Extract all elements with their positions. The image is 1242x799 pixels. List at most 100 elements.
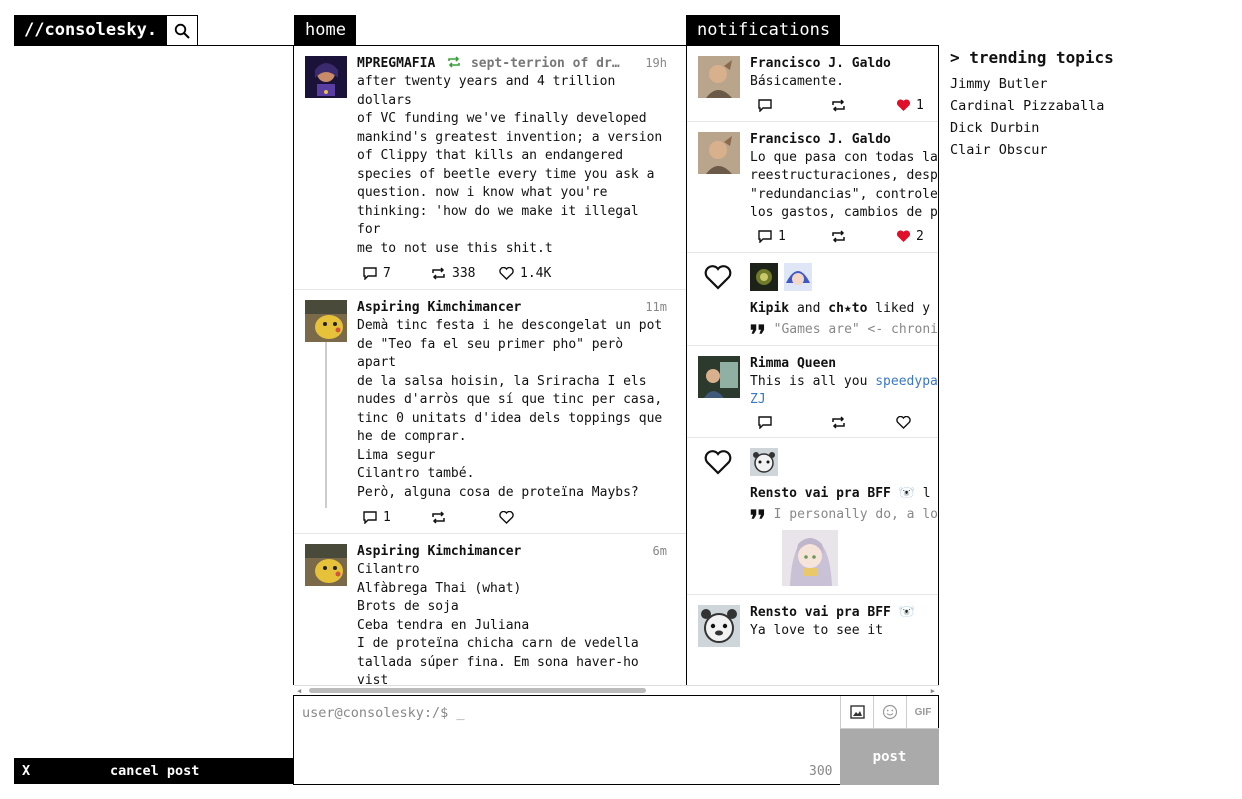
tab-notifications[interactable]: notifications	[686, 15, 840, 46]
reply-button[interactable]	[750, 98, 822, 112]
liker-name[interactable]: Rensto vai pra BFF 🐻‍❄️	[750, 486, 915, 501]
like-notification[interactable]: Kipik and ch★to liked y "Games are" <- c…	[687, 253, 938, 346]
search-button[interactable]	[166, 15, 198, 46]
gif-button[interactable]: GIF	[906, 696, 939, 729]
like-button[interactable]: 1.4K	[499, 266, 551, 281]
repost-icon	[432, 267, 445, 280]
home-feed[interactable]: MPREGMAFIA sept-terrion of dr… 19h after…	[293, 45, 687, 685]
quote-icon	[750, 509, 765, 519]
cancel-post-button[interactable]: cancel post	[110, 758, 199, 784]
like-count: 1.4K	[520, 266, 552, 281]
repost-button[interactable]	[822, 229, 888, 243]
avatar[interactable]	[698, 56, 740, 98]
avatar[interactable]	[305, 56, 347, 98]
notification-text: This is all you speedypape ZJ	[750, 373, 938, 410]
feed-post[interactable]: Aspiring Kimchimancer 6m Cilantro Alfàbr…	[294, 534, 687, 685]
gif-label: GIF	[914, 706, 932, 718]
cancel-post-bar[interactable]: X cancel post	[14, 758, 294, 784]
post-body: Demà tinc festa i he descongelat un pot …	[357, 318, 663, 500]
notifications-feed[interactable]: Francisco J. Galdo Básicamente. 1 Franci…	[686, 45, 939, 685]
like-button[interactable]	[888, 415, 911, 429]
scrollbar-thumb[interactable]	[309, 688, 646, 693]
like-notification[interactable]: Rensto vai pra BFF 🐻‍❄️ l I personally d…	[687, 438, 938, 595]
close-icon[interactable]: X	[22, 758, 30, 784]
trending-topic[interactable]: Clair Obscur	[950, 139, 1200, 161]
post-link[interactable]: speedypape	[875, 374, 938, 389]
avatar[interactable]	[698, 604, 740, 647]
avatar[interactable]	[698, 355, 740, 398]
notification-item[interactable]: Rensto vai pra BFF 🐻‍❄️ Ya love to see i…	[687, 595, 938, 649]
avatar[interactable]	[750, 447, 778, 476]
scroll-left-arrow-icon[interactable]: ◀	[297, 687, 301, 695]
post-author[interactable]: Aspiring Kimchimancer	[357, 300, 521, 315]
notification-author[interactable]: Francisco J. Galdo	[750, 132, 938, 147]
post-author[interactable]: MPREGMAFIA	[357, 56, 435, 71]
image-button[interactable]	[840, 696, 873, 729]
notification-item[interactable]: Francisco J. Galdo Lo que pasa con todas…	[687, 122, 938, 253]
trending-topic[interactable]: Cardinal Pizzaballa	[950, 95, 1200, 117]
repost-by[interactable]: sept-terrion of dr…	[471, 56, 620, 71]
tab-home[interactable]: home	[294, 15, 356, 46]
post-button[interactable]: post	[840, 729, 939, 785]
reply-icon	[758, 98, 772, 112]
char-count: 300	[809, 764, 833, 779]
like-count: 2	[916, 228, 924, 244]
horizontal-scrollbar[interactable]: ◀ ▶	[294, 685, 939, 695]
quoted-post[interactable]: I personally do, a lo	[750, 507, 938, 522]
repost-button[interactable]: 338	[431, 266, 499, 281]
post-actions: 1	[750, 98, 938, 113]
notification-item[interactable]: Francisco J. Galdo Básicamente. 1	[687, 46, 938, 122]
repost-button[interactable]	[822, 415, 888, 429]
quoted-image[interactable]	[782, 529, 838, 586]
feed-post[interactable]: Aspiring Kimchimancer 11m Demà tinc fest…	[294, 290, 687, 534]
like-button[interactable]: 1	[888, 98, 924, 113]
thread-line	[325, 342, 327, 508]
notification-author[interactable]: Francisco J. Galdo	[750, 56, 938, 71]
reply-icon	[363, 267, 377, 280]
liker-name[interactable]: Kipik	[750, 301, 789, 316]
quote-text: I personally do, a lo	[773, 506, 938, 522]
trending-panel: > trending topics Jimmy Butler Cardinal …	[950, 48, 1200, 161]
avatar[interactable]	[305, 300, 347, 342]
heart-icon	[499, 267, 514, 280]
post-time[interactable]: 6m	[653, 544, 667, 558]
post-input[interactable]: user@consolesky:/$ _	[302, 705, 465, 721]
trending-title: > trending topics	[950, 48, 1114, 67]
repost-button[interactable]	[431, 511, 499, 524]
notification-author[interactable]: Rensto vai pra BFF 🐻‍❄️	[750, 605, 938, 620]
repost-icon	[448, 56, 460, 68]
post-composer: user@consolesky:/$ _ 300 GIF post	[293, 695, 939, 785]
like-button[interactable]: 2	[888, 229, 924, 244]
reply-button[interactable]	[750, 415, 822, 429]
trending-topic[interactable]: Dick Durbin	[950, 117, 1200, 139]
avatar[interactable]	[784, 262, 812, 291]
heart-filled-icon	[896, 229, 911, 242]
post-time[interactable]: 19h	[645, 56, 667, 70]
like-button[interactable]	[499, 511, 520, 524]
notification-text: Básicamente.	[750, 74, 844, 89]
reply-button[interactable]: 7	[357, 266, 431, 281]
reply-button[interactable]: 1	[750, 229, 822, 244]
heart-icon	[896, 415, 911, 429]
post-author[interactable]: Aspiring Kimchimancer	[357, 544, 521, 559]
quoted-post[interactable]: "Games are" <- chroni	[750, 322, 938, 337]
action-text: liked y	[875, 300, 931, 316]
avatar[interactable]	[750, 262, 778, 291]
liker-name[interactable]: ch★to	[828, 301, 867, 316]
notification-item[interactable]: Rimma Queen This is all you speedypape Z…	[687, 346, 938, 438]
quote-icon	[750, 324, 765, 334]
heart-icon	[704, 449, 732, 475]
trending-topic[interactable]: Jimmy Butler	[950, 73, 1200, 95]
avatar[interactable]	[305, 544, 347, 586]
emoji-button[interactable]	[873, 696, 906, 729]
reply-button[interactable]: 1	[357, 510, 431, 525]
scroll-right-arrow-icon[interactable]: ▶	[931, 687, 935, 695]
repost-button[interactable]	[822, 98, 888, 112]
feed-post[interactable]: MPREGMAFIA sept-terrion of dr… 19h after…	[294, 46, 687, 290]
notification-author[interactable]: Rimma Queen	[750, 356, 938, 371]
app-logo[interactable]: //consolesky.	[14, 15, 167, 46]
search-icon	[174, 23, 190, 39]
avatar[interactable]	[698, 131, 740, 174]
post-time[interactable]: 11m	[645, 300, 667, 314]
post-link[interactable]: ZJ	[750, 392, 766, 407]
